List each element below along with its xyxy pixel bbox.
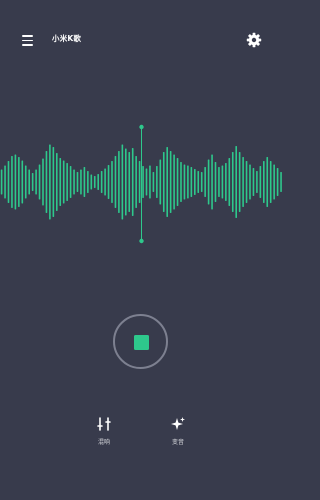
waveform-bar: [100, 171, 103, 193]
waveform-bar: [166, 147, 168, 217]
reverb-button[interactable]: 混响: [84, 416, 124, 446]
waveform-bar: [128, 152, 131, 212]
waveform-bar: [162, 152, 165, 212]
gear-icon[interactable]: [245, 31, 263, 49]
waveform-bar: [235, 146, 237, 218]
waveform-bar: [194, 169, 196, 195]
waveform-bar: [66, 163, 68, 201]
waveform-bar: [0, 169, 3, 195]
waveform-bar: [276, 168, 279, 196]
waveform-bar: [111, 161, 113, 203]
equalizer-sliders-icon: [97, 417, 111, 431]
waveform-bar: [73, 169, 75, 195]
waveform-bar: [31, 173, 34, 191]
waveform-bar: [145, 168, 148, 196]
waveform-bar: [49, 144, 51, 220]
waveform-bar: [62, 160, 65, 204]
waveform-bar: [125, 148, 127, 216]
waveform-bar: [138, 161, 141, 203]
waveform-graphic: [0, 124, 282, 244]
waveform: [0, 120, 282, 245]
waveform-bar: [121, 144, 124, 220]
waveform-bar: [69, 166, 72, 198]
waveform-bar: [183, 164, 186, 200]
waveform-bar: [56, 153, 58, 211]
playhead-bottom-dot: [139, 238, 144, 244]
waveform-bar: [52, 147, 55, 217]
waveform-bar: [211, 154, 213, 210]
waveform-bar: [207, 159, 210, 205]
sparkle-icon: [171, 417, 185, 430]
waveform-bar: [180, 162, 182, 202]
stop-icon: [133, 334, 149, 350]
waveform-bar: [135, 156, 137, 208]
waveform-bar: [142, 166, 144, 198]
waveform-bar: [225, 163, 227, 201]
app-header: 小米K歌: [0, 0, 282, 80]
hamburger-menu-icon[interactable]: [20, 32, 38, 48]
waveform-bar: [197, 171, 200, 193]
waveform-bar: [176, 158, 179, 206]
waveform-bar: [238, 152, 241, 212]
waveform-bar: [114, 156, 117, 208]
waveform-bar: [104, 168, 106, 196]
waveform-bar: [76, 172, 79, 192]
waveform-bar: [221, 165, 224, 199]
waveform-bar: [156, 166, 158, 198]
waveform-bar: [159, 159, 162, 205]
app-title: 小米K歌: [52, 34, 82, 43]
voice-change-label: 变音: [171, 439, 184, 446]
waveform-bar: [90, 174, 93, 190]
waveform-bar: [149, 165, 151, 199]
waveform-bar: [190, 167, 193, 197]
waveform-bar: [187, 165, 189, 199]
waveform-bar: [269, 161, 272, 203]
waveform-bar: [42, 158, 44, 206]
waveform-bar: [21, 160, 24, 204]
waveform-bar: [35, 169, 37, 195]
waveform-bar: [214, 162, 217, 202]
waveform-bar: [118, 151, 120, 213]
waveform-bar: [83, 167, 86, 197]
waveform-bar: [28, 169, 30, 195]
waveform-bar: [266, 157, 269, 207]
waveform-bar: [11, 156, 13, 208]
waveform-bar: [14, 154, 17, 210]
waveform-bar: [4, 165, 6, 199]
waveform-bar: [228, 158, 231, 206]
waveform-bar: [173, 154, 175, 210]
waveform-bar: [93, 176, 96, 188]
waveform-bar: [259, 166, 262, 198]
waveform-bar: [245, 161, 248, 203]
waveform-bar: [87, 171, 89, 193]
waveform-bar: [263, 161, 265, 203]
waveform-bar: [218, 167, 220, 197]
waveform-bar: [107, 165, 110, 199]
waveform-bar: [131, 148, 134, 216]
waveform-bar: [45, 151, 48, 213]
voice-change-button[interactable]: 变音: [158, 416, 198, 446]
waveform-bar: [231, 152, 234, 212]
waveform-bar: [169, 151, 172, 213]
waveform-bar: [280, 172, 282, 192]
waveform-bar: [242, 157, 244, 207]
waveform-bar: [200, 172, 203, 192]
waveform-bar: [249, 164, 251, 200]
waveform-bar: [97, 174, 99, 190]
playhead-top-dot: [139, 124, 144, 130]
waveform-bar: [24, 165, 27, 199]
waveform-bar: [38, 164, 41, 200]
stop-record-button[interactable]: [113, 314, 168, 369]
reverb-label: 混响: [97, 439, 110, 446]
waveform-bar: [256, 171, 258, 193]
waveform-bar: [18, 157, 20, 207]
waveform-bar: [7, 161, 10, 203]
waveform-bar: [252, 168, 255, 196]
waveform-bar: [152, 172, 155, 192]
waveform-bar: [204, 167, 206, 197]
waveform-bar: [273, 164, 275, 200]
waveform-bar: [59, 158, 62, 206]
waveform-bar: [80, 169, 82, 195]
